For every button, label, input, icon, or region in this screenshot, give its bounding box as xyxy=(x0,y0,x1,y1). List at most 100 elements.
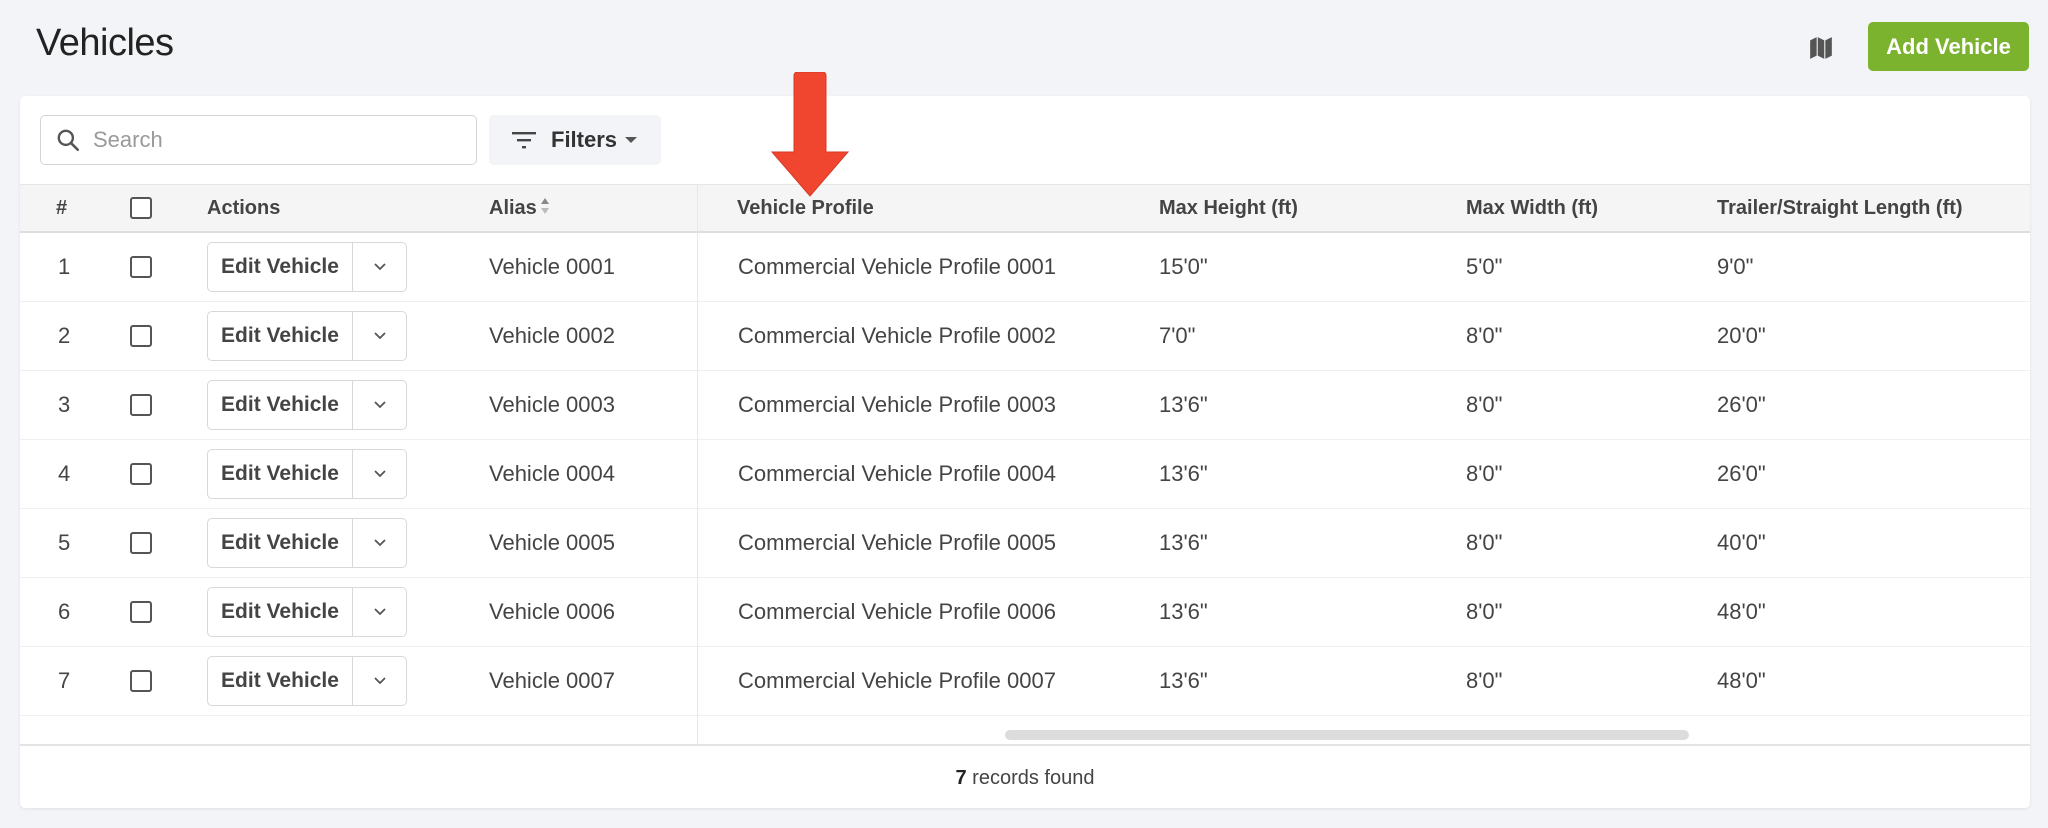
map-icon xyxy=(1810,37,1832,59)
alias-cell: Vehicle 0007 xyxy=(489,668,615,693)
actions-dropdown-button[interactable] xyxy=(353,312,406,360)
edit-vehicle-button[interactable]: Edit Vehicle xyxy=(208,312,353,360)
actions-dropdown-button[interactable] xyxy=(353,381,406,429)
chevron-down-icon xyxy=(373,608,386,616)
edit-vehicle-split-button: Edit Vehicle xyxy=(207,656,407,706)
vehicle-profile-cell: Commercial Vehicle Profile 0004 xyxy=(738,461,1056,486)
max-width-cell: 5'0" xyxy=(1466,254,1503,279)
edit-vehicle-button[interactable]: Edit Vehicle xyxy=(208,381,353,429)
edit-vehicle-button[interactable]: Edit Vehicle xyxy=(208,588,353,636)
vehicle-profile-cell: Commercial Vehicle Profile 0003 xyxy=(738,392,1056,417)
vehicles-table: # Actions Alias Vehicle Profile Max Heig… xyxy=(20,184,2030,744)
filters-label: Filters xyxy=(551,127,618,152)
edit-vehicle-button[interactable]: Edit Vehicle xyxy=(208,519,353,567)
max-width-cell: 8'0" xyxy=(1466,461,1503,486)
table-row: 5 Edit Vehicle Vehicle 0005 Commercial V… xyxy=(20,509,2030,578)
edit-vehicle-button[interactable]: Edit Vehicle xyxy=(208,450,353,498)
max-height-cell: 13'6" xyxy=(1159,530,1208,555)
records-count: 7 records found xyxy=(20,744,2030,808)
edit-vehicle-split-button: Edit Vehicle xyxy=(207,311,407,361)
actions-dropdown-button[interactable] xyxy=(353,588,406,636)
filters-button[interactable]: Filters xyxy=(489,115,661,165)
edit-vehicle-button[interactable]: Edit Vehicle xyxy=(208,243,353,291)
select-all-checkbox[interactable] xyxy=(130,197,152,219)
vehicle-profile-cell: Commercial Vehicle Profile 0007 xyxy=(738,668,1056,693)
length-cell: 26'0" xyxy=(1717,461,1766,486)
horizontal-scrollbar[interactable] xyxy=(1005,730,1689,740)
edit-vehicle-split-button: Edit Vehicle xyxy=(207,449,407,499)
vehicle-profile-cell: Commercial Vehicle Profile 0006 xyxy=(738,599,1056,624)
row-index: 2 xyxy=(58,323,71,348)
row-index: 3 xyxy=(58,392,71,417)
edit-vehicle-split-button: Edit Vehicle xyxy=(207,587,407,637)
table-row: 3 Edit Vehicle Vehicle 0003 Commercial V… xyxy=(20,371,2030,440)
sort-icon xyxy=(540,197,549,214)
row-checkbox[interactable] xyxy=(130,670,152,692)
edit-vehicle-split-button: Edit Vehicle xyxy=(207,518,407,568)
actions-dropdown-button[interactable] xyxy=(353,657,406,705)
actions-dropdown-button[interactable] xyxy=(353,450,406,498)
table-row: 7 Edit Vehicle Vehicle 0007 Commercial V… xyxy=(20,647,2030,716)
chevron-down-icon xyxy=(373,539,386,547)
max-width-cell: 8'0" xyxy=(1466,599,1503,624)
table-row: 1 Edit Vehicle Vehicle 0001 Commercial V… xyxy=(20,233,2030,302)
row-index: 6 xyxy=(58,599,71,624)
filter-icon xyxy=(512,132,536,149)
column-header-actions: Actions xyxy=(207,197,281,219)
chevron-down-icon xyxy=(373,401,386,409)
row-checkbox[interactable] xyxy=(130,394,152,416)
table-row: 4 Edit Vehicle Vehicle 0004 Commercial V… xyxy=(20,440,2030,509)
length-cell: 20'0" xyxy=(1717,323,1766,348)
caret-down-icon xyxy=(625,137,638,143)
column-header-max-width[interactable]: Max Width (ft) xyxy=(1466,185,1598,232)
edit-vehicle-button[interactable]: Edit Vehicle xyxy=(208,657,353,705)
length-cell: 48'0" xyxy=(1717,668,1766,693)
add-vehicle-button[interactable]: Add Vehicle xyxy=(1868,22,2029,71)
row-checkbox[interactable] xyxy=(130,532,152,554)
length-cell: 9'0" xyxy=(1717,254,1754,279)
search-icon xyxy=(57,129,80,152)
chevron-down-icon xyxy=(373,332,386,340)
row-index: 1 xyxy=(58,254,71,279)
row-checkbox[interactable] xyxy=(130,601,152,623)
row-index: 5 xyxy=(58,530,71,555)
vehicle-profile-cell: Commercial Vehicle Profile 0001 xyxy=(738,254,1056,279)
max-height-cell: 13'6" xyxy=(1159,461,1208,486)
alias-cell: Vehicle 0002 xyxy=(489,323,615,348)
max-height-cell: 13'6" xyxy=(1159,392,1208,417)
row-checkbox[interactable] xyxy=(130,463,152,485)
max-height-cell: 13'6" xyxy=(1159,668,1208,693)
max-width-cell: 8'0" xyxy=(1466,530,1503,555)
max-width-cell: 8'0" xyxy=(1466,668,1503,693)
row-index: 7 xyxy=(58,668,71,693)
alias-header-label: Alias xyxy=(489,197,537,219)
page-title: Vehicles xyxy=(36,22,174,64)
table-header: # Actions Alias Vehicle Profile Max Heig… xyxy=(20,184,2030,233)
column-header-alias[interactable]: Alias xyxy=(489,185,550,232)
max-width-cell: 8'0" xyxy=(1466,392,1503,417)
column-header-index: # xyxy=(56,197,68,219)
length-cell: 40'0" xyxy=(1717,530,1766,555)
search-field[interactable] xyxy=(40,115,477,165)
vehicle-profile-cell: Commercial Vehicle Profile 0002 xyxy=(738,323,1056,348)
alias-cell: Vehicle 0003 xyxy=(489,392,615,417)
alias-cell: Vehicle 0006 xyxy=(489,599,615,624)
map-view-button[interactable] xyxy=(1806,33,1836,63)
search-input[interactable] xyxy=(93,127,463,153)
max-width-cell: 8'0" xyxy=(1466,323,1503,348)
column-header-max-height[interactable]: Max Height (ft) xyxy=(1159,185,1298,232)
column-header-length[interactable]: Trailer/Straight Length (ft) xyxy=(1717,185,1963,232)
max-height-cell: 7'0" xyxy=(1159,323,1196,348)
length-cell: 48'0" xyxy=(1717,599,1766,624)
row-checkbox[interactable] xyxy=(130,325,152,347)
actions-dropdown-button[interactable] xyxy=(353,243,406,291)
alias-cell: Vehicle 0001 xyxy=(489,254,615,279)
alias-cell: Vehicle 0004 xyxy=(489,461,615,486)
edit-vehicle-split-button: Edit Vehicle xyxy=(207,242,407,292)
table-row: 2 Edit Vehicle Vehicle 0002 Commercial V… xyxy=(20,302,2030,371)
edit-vehicle-split-button: Edit Vehicle xyxy=(207,380,407,430)
length-cell: 26'0" xyxy=(1717,392,1766,417)
fixed-columns-divider xyxy=(697,184,698,744)
actions-dropdown-button[interactable] xyxy=(353,519,406,567)
row-checkbox[interactable] xyxy=(130,256,152,278)
